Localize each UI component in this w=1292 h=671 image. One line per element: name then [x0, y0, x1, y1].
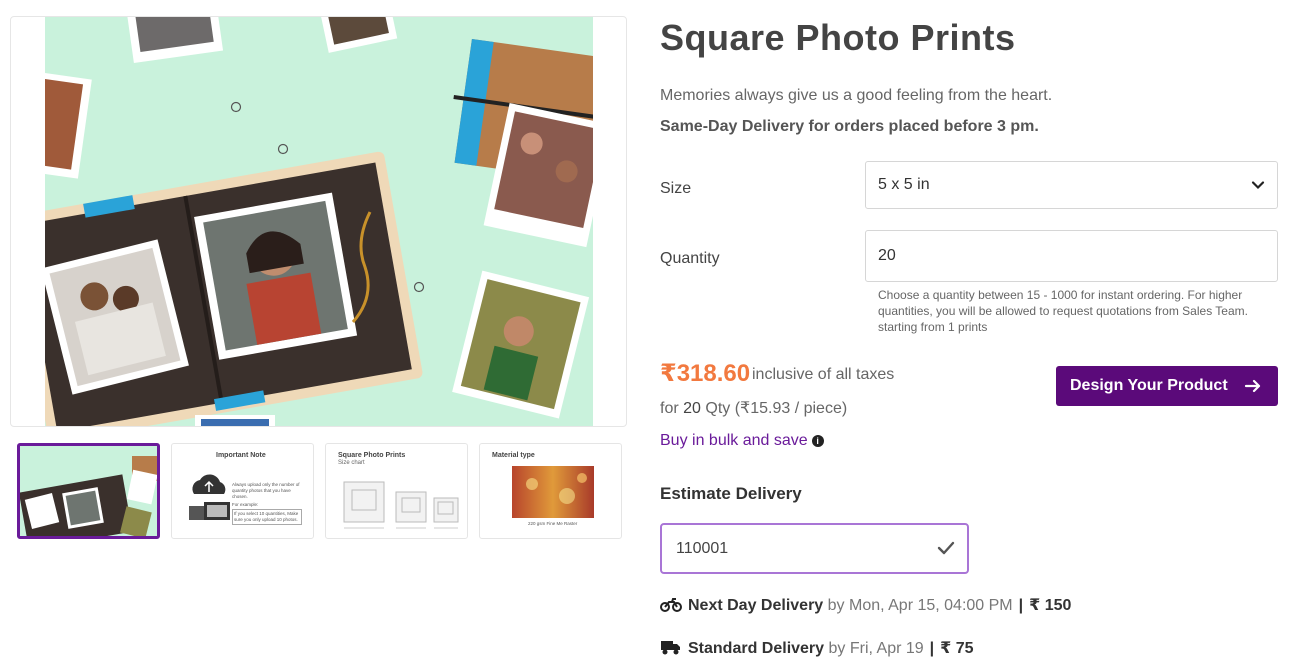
arrow-right-icon — [1244, 379, 1261, 393]
thumbnail-strip: Important Note Always upload only the nu… — [17, 443, 622, 540]
buy-in-bulk-label: Buy in bulk and save — [660, 432, 808, 449]
delivery-next-day-cost: ₹ 150 — [1029, 597, 1072, 614]
cloud-upload-icon — [189, 474, 230, 520]
same-day-delivery-note: Same-Day Delivery for orders placed befo… — [660, 118, 1039, 135]
material-sample-image — [512, 466, 594, 518]
size-label: Size — [660, 180, 692, 197]
delivery-next-day-name: Next Day Delivery — [688, 597, 824, 614]
motorbike-icon — [660, 598, 682, 612]
delivery-standard-when: by Fri, Apr 19 — [828, 640, 924, 657]
chevron-down-icon — [1251, 181, 1265, 190]
price-qty-suffix: Qty — [700, 400, 731, 417]
thumbnail-album-image — [20, 446, 157, 536]
delivery-standard-cost: ₹ 75 — [940, 640, 974, 657]
thumbnail-material-type[interactable]: Material type 220 gsm Fine Me Raster — [479, 443, 622, 539]
quantity-label: Quantity — [660, 250, 720, 267]
delivery-separator: | — [1018, 597, 1024, 614]
delivery-next-day-when: by Mon, Apr 15, 04:00 PM — [827, 597, 1013, 614]
size-select[interactable]: 5 x 5 in — [865, 161, 1278, 209]
main-product-image-frame[interactable] — [10, 16, 627, 427]
price-amount: ₹318.60 — [660, 360, 751, 387]
price-per-prefix: for — [660, 400, 684, 417]
estimate-delivery-title: Estimate Delivery — [660, 484, 802, 503]
thumbnail-note-example-label: For example: — [232, 502, 259, 507]
quantity-help-text: Choose a quantity between 15 - 1000 for … — [878, 288, 1248, 334]
price-qty: 20 — [683, 400, 701, 417]
design-button-label: Design Your Product — [1070, 377, 1228, 394]
thumbnail-material-title: Material type — [492, 452, 535, 459]
delivery-separator: | — [929, 640, 935, 657]
thumbnail-size-chart-subtitle: Size chart — [338, 460, 365, 466]
product-title: Square Photo Prints — [660, 17, 1016, 58]
thumbnail-material-caption: 220 gsm Fine Me Raster — [528, 521, 578, 526]
thumbnail-note-title: Important Note — [216, 452, 266, 459]
thumbnail-size-chart-title: Square Photo Prints — [338, 452, 406, 459]
thumbnail-note-text: Always upload only the number of quantit… — [232, 482, 300, 499]
pincode-input[interactable]: 110001 — [660, 523, 969, 574]
design-your-product-button[interactable]: Design Your Product — [1056, 366, 1278, 406]
product-tagline: Memories always give us a good feeling f… — [660, 87, 1053, 104]
size-chart-graphic — [343, 481, 459, 529]
price-tax-note: inclusive of all taxes — [752, 366, 895, 383]
album-photo-illustration — [45, 17, 593, 426]
delivery-option-next-day: Next Day Delivery by Mon, Apr 15, 04:00 … — [660, 595, 1071, 615]
quantity-input[interactable]: 20 — [865, 230, 1278, 282]
pincode-value: 110001 — [676, 540, 729, 557]
thumbnail-album-photo[interactable] — [17, 443, 160, 539]
price-per-quantity: for 20 Qty (₹15.93 / piece) — [660, 398, 847, 418]
quantity-input-value: 20 — [878, 247, 896, 264]
truck-icon — [661, 641, 680, 655]
thumbnail-note-example-text: If you select 10 quantities, Make sure y… — [232, 509, 302, 525]
delivery-standard-name: Standard Delivery — [688, 640, 825, 657]
main-product-image — [45, 17, 593, 426]
size-select-value: 5 x 5 in — [878, 176, 930, 193]
info-icon[interactable]: i — [811, 435, 824, 447]
delivery-option-standard: Standard Delivery by Fri, Apr 19 | ₹ 75 — [660, 638, 974, 658]
thumbnail-size-chart[interactable]: Square Photo Prints Size chart — [325, 443, 468, 539]
thumbnail-important-note[interactable]: Important Note Always upload only the nu… — [171, 443, 314, 539]
buy-in-bulk-link[interactable]: Buy in bulk and save i — [660, 432, 824, 450]
check-icon[interactable] — [937, 540, 955, 556]
price-unit: (₹15.93 / piece) — [734, 400, 848, 417]
